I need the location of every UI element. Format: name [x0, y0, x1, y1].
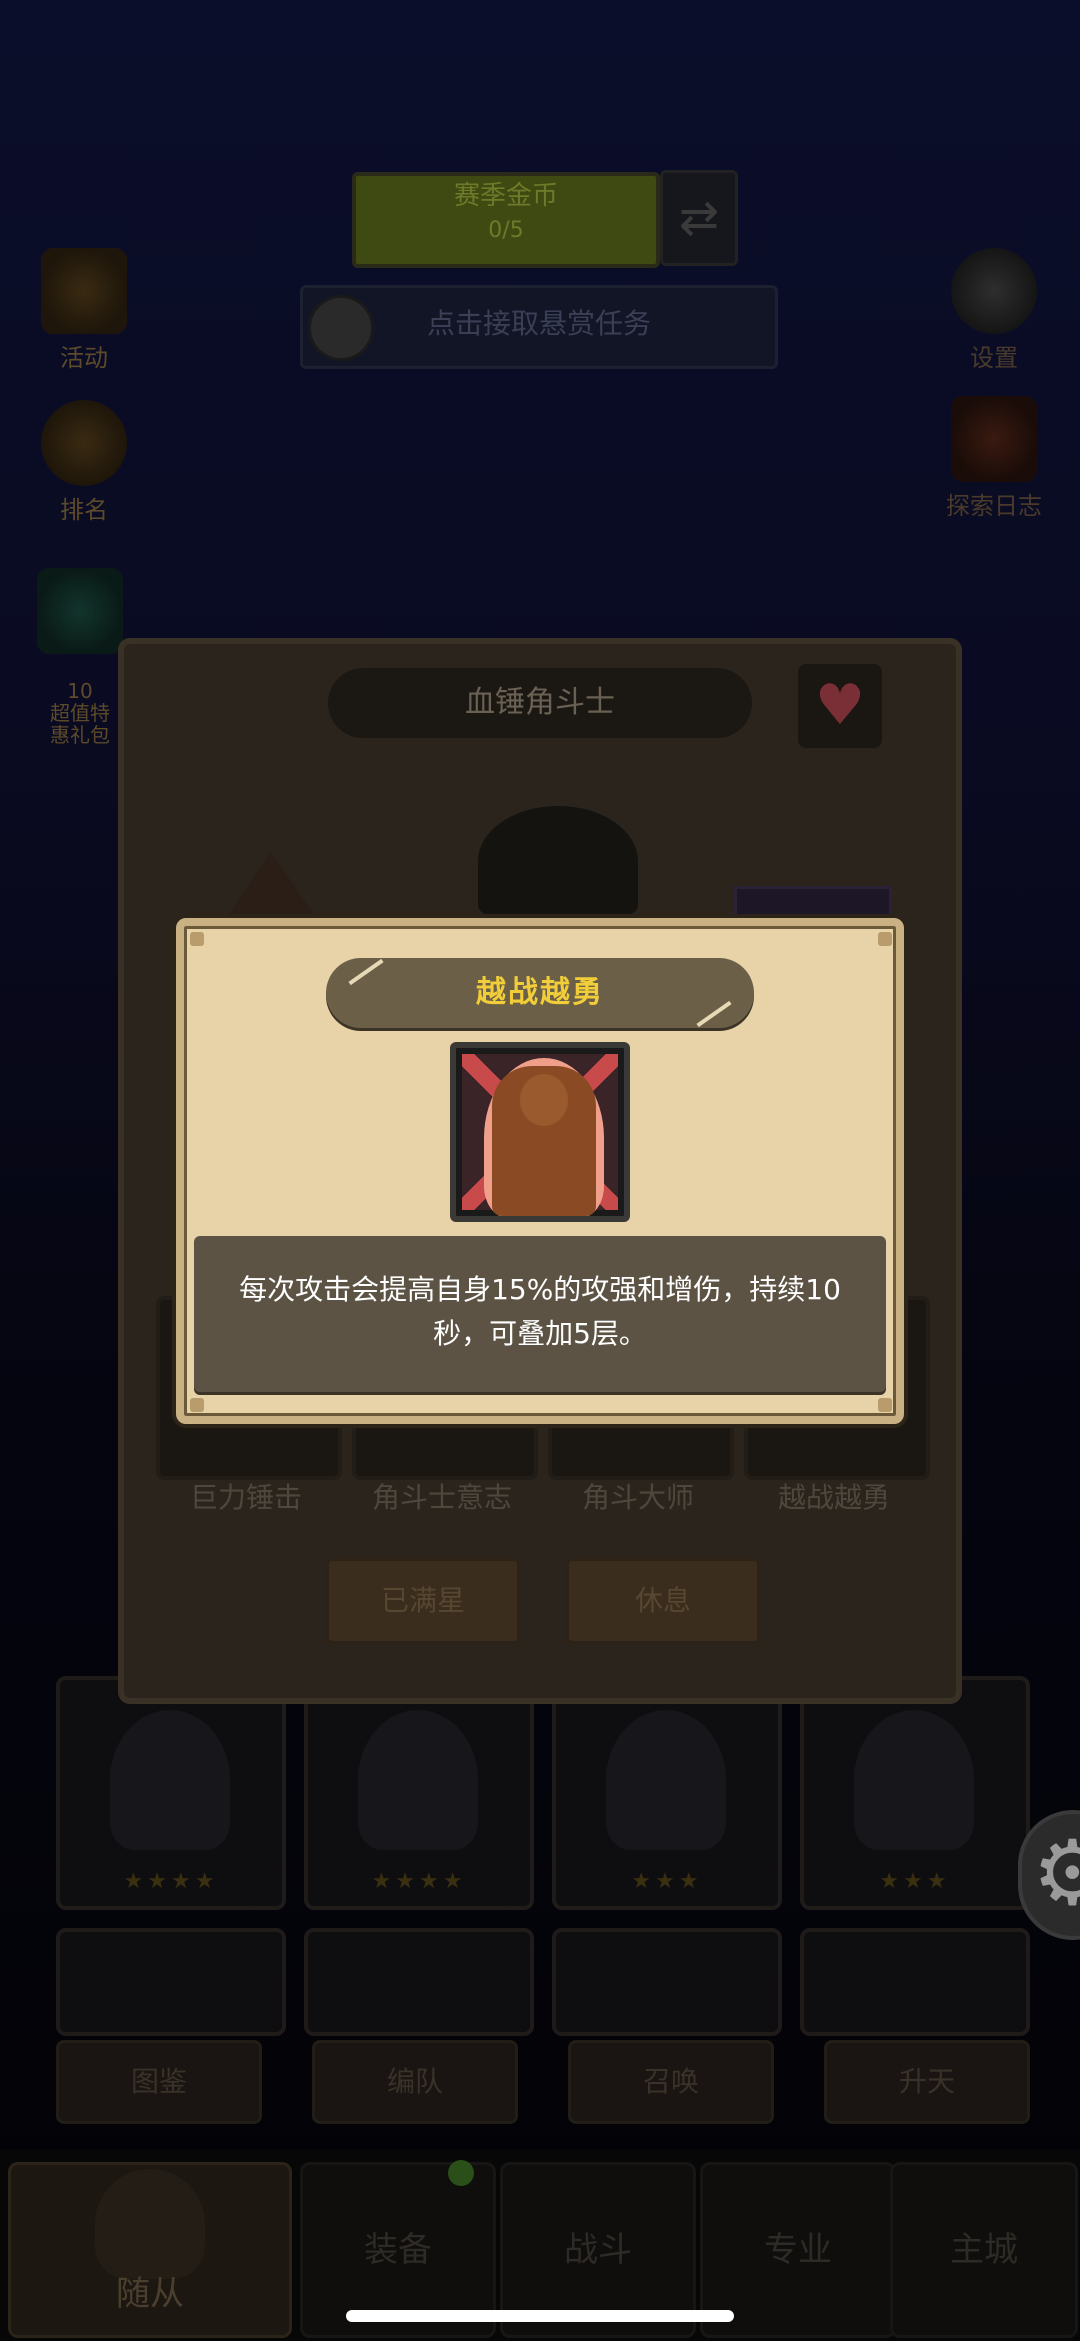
- bounty-task-label: 点击接取悬赏任务: [426, 307, 651, 340]
- warrior-head-shape: [520, 1074, 568, 1126]
- season-coin-count: 0/5: [488, 218, 524, 243]
- gear-icon: [951, 248, 1037, 334]
- tab-main-city-label: 主城: [950, 2230, 1018, 2270]
- notification-dot: [448, 2160, 474, 2186]
- book-icon: [951, 396, 1037, 482]
- skill-description: 每次攻击会提高自身15%的攻强和增伤，持续10秒，可叠加5层。: [239, 1273, 841, 1350]
- roster-card[interactable]: ★★★★: [304, 1676, 534, 1910]
- roster-card[interactable]: [56, 1928, 286, 2036]
- game-screen: 赛季金币 0/5 ⇄ 点击接取悬赏任务 活动 排名 10 超值特 惠礼包 设置 …: [0, 0, 1080, 2341]
- title-bar-scratch: [348, 958, 384, 986]
- roster-card[interactable]: [552, 1928, 782, 2036]
- hero-portrait: [358, 1710, 478, 1850]
- roster-card[interactable]: ★★★: [800, 1676, 1030, 1910]
- popup-rivet: [878, 932, 892, 946]
- ranking-label: 排名: [60, 496, 108, 524]
- activity-label: 活动: [60, 344, 108, 372]
- star-rating: ★★★: [879, 1869, 951, 1894]
- star-rating: ★★★★: [371, 1869, 467, 1894]
- tab-followers-label: 随从: [116, 2274, 184, 2314]
- hero-portrait: [606, 1710, 726, 1850]
- star-rating: ★★★★: [123, 1869, 219, 1894]
- filter-button-codex[interactable]: 图鉴: [56, 2040, 262, 2124]
- star-rating: ★★★: [631, 1869, 703, 1894]
- explore-log-button[interactable]: 探索日志: [944, 396, 1044, 521]
- hero-name-plate: 血锤角斗士: [328, 668, 752, 738]
- season-coin-banner[interactable]: 赛季金币 0/5: [352, 172, 660, 268]
- filter-button-ascend[interactable]: 升天: [824, 2040, 1030, 2124]
- tab-main-city[interactable]: 主城: [890, 2162, 1078, 2338]
- activity-button[interactable]: 活动: [34, 248, 134, 373]
- settings-button[interactable]: 设置: [944, 248, 1044, 373]
- hero-name: 血锤角斗士: [465, 685, 615, 720]
- gift-pack-icon: [37, 568, 123, 654]
- roster-card[interactable]: ★★★: [552, 1676, 782, 1910]
- skill-title: 越战越勇: [476, 975, 604, 1010]
- popup-rivet: [190, 1398, 204, 1412]
- popup-rivet: [878, 1398, 892, 1412]
- skill-label: 角斗士意志: [371, 1481, 512, 1514]
- popup-title-bar: 越战越勇: [326, 958, 754, 1028]
- settings-label: 设置: [970, 344, 1018, 372]
- medal-icon: [41, 400, 127, 486]
- popup-rivet: [190, 932, 204, 946]
- calendar-icon: [41, 248, 127, 334]
- skill-label: 越战越勇: [777, 1481, 890, 1514]
- ranking-button[interactable]: 排名: [34, 400, 134, 525]
- roster-card[interactable]: ★★★★: [56, 1676, 286, 1910]
- gift-pack-label: 10 超值特 惠礼包: [50, 679, 110, 747]
- tab-battle-label: 战斗: [564, 2230, 632, 2270]
- filter-button-summon[interactable]: 召唤: [568, 2040, 774, 2124]
- coin-icon: [308, 295, 374, 361]
- viking-helmet-icon: [95, 2169, 205, 2279]
- muscle-warrior-icon: [450, 1042, 630, 1222]
- heart-icon[interactable]: ♥: [798, 664, 882, 748]
- roster-card[interactable]: [800, 1928, 1030, 2036]
- home-indicator[interactable]: [346, 2310, 734, 2322]
- exchange-icon[interactable]: ⇄: [660, 170, 738, 266]
- title-bar-scratch: [696, 1000, 732, 1028]
- tab-followers[interactable]: 随从: [8, 2162, 292, 2338]
- tab-equipment-label: 装备: [364, 2230, 432, 2270]
- hero-portrait: [110, 1710, 230, 1850]
- roster-card[interactable]: [304, 1928, 534, 2036]
- filter-button-team[interactable]: 编队: [312, 2040, 518, 2124]
- skill-label: 巨力锤击: [189, 1481, 302, 1514]
- season-coin-title: 赛季金币: [453, 181, 558, 211]
- hero-helmet-art: [478, 806, 638, 916]
- rest-button[interactable]: 休息: [566, 1558, 760, 1644]
- hero-portrait: [854, 1710, 974, 1850]
- gift-pack-button[interactable]: 10 超值特 惠礼包: [30, 546, 130, 768]
- max-star-button[interactable]: 已满星: [326, 1558, 520, 1644]
- explore-log-label: 探索日志: [946, 492, 1042, 520]
- skill-icon-background: [462, 1054, 618, 1216]
- skill-label: 角斗大师: [581, 1481, 694, 1514]
- tab-profession-label: 专业: [764, 2230, 832, 2270]
